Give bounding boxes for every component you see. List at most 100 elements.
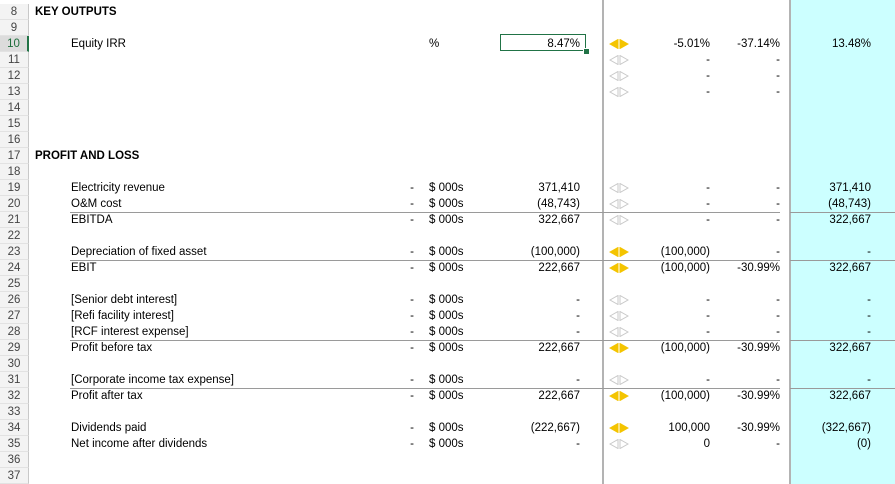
- flag-cell[interactable]: -: [408, 436, 416, 452]
- value-cell[interactable]: 222,667: [490, 260, 580, 276]
- row-header[interactable]: 9: [0, 20, 29, 36]
- row-header[interactable]: 13: [0, 84, 29, 100]
- flag-cell[interactable]: -: [408, 324, 416, 340]
- row-header[interactable]: 21: [0, 212, 29, 228]
- flag-cell[interactable]: -: [408, 372, 416, 388]
- value-cell[interactable]: -: [490, 436, 580, 452]
- value-cell[interactable]: (48,743): [490, 196, 580, 212]
- flag-cell[interactable]: -: [408, 260, 416, 276]
- delta-value-cell[interactable]: -: [620, 372, 710, 388]
- output-value-cell[interactable]: 322,667: [790, 388, 871, 404]
- row-header[interactable]: 32: [0, 388, 29, 404]
- flag-cell[interactable]: -: [408, 340, 416, 356]
- value-cell[interactable]: -: [490, 292, 580, 308]
- row-header[interactable]: 11: [0, 52, 29, 68]
- flag-cell[interactable]: -: [408, 292, 416, 308]
- row-header[interactable]: 37: [0, 468, 29, 484]
- delta-percent-cell[interactable]: -: [700, 84, 780, 100]
- delta-percent-cell[interactable]: -: [700, 324, 780, 340]
- line-item-label[interactable]: EBITDA: [71, 212, 113, 228]
- flag-cell[interactable]: -: [408, 244, 416, 260]
- output-value-cell[interactable]: 322,667: [790, 212, 871, 228]
- output-value-cell[interactable]: -: [790, 244, 871, 260]
- equity-irr-input-cell[interactable]: 8.47%: [490, 36, 580, 52]
- row-header[interactable]: 25: [0, 276, 29, 292]
- delta-percent-cell[interactable]: -: [700, 436, 780, 452]
- row-header[interactable]: 19: [0, 180, 29, 196]
- output-value-cell[interactable]: 322,667: [790, 260, 871, 276]
- unit-cell[interactable]: $ 000s: [429, 260, 464, 276]
- output-value-cell[interactable]: (322,667): [790, 420, 871, 436]
- output-value-cell[interactable]: 322,667: [790, 340, 871, 356]
- delta-value-cell[interactable]: (100,000): [620, 260, 710, 276]
- flag-cell[interactable]: -: [408, 388, 416, 404]
- output-value-cell[interactable]: (48,743): [790, 196, 871, 212]
- delta-percent-cell[interactable]: -: [700, 196, 780, 212]
- unit-cell[interactable]: $ 000s: [429, 420, 464, 436]
- delta-percent-cell[interactable]: -37.14%: [700, 36, 780, 52]
- row-header[interactable]: 10: [0, 36, 29, 52]
- line-item-label[interactable]: Equity IRR: [71, 36, 126, 52]
- row-header[interactable]: 26: [0, 292, 29, 308]
- line-item-label[interactable]: [Senior debt interest]: [71, 292, 177, 308]
- output-value-cell[interactable]: 13.48%: [790, 36, 871, 52]
- row-header[interactable]: 24: [0, 260, 29, 276]
- delta-percent-cell[interactable]: -: [700, 68, 780, 84]
- unit-cell[interactable]: $ 000s: [429, 196, 464, 212]
- output-value-cell[interactable]: -: [790, 292, 871, 308]
- delta-percent-cell[interactable]: -: [700, 180, 780, 196]
- output-value-cell[interactable]: -: [790, 372, 871, 388]
- delta-percent-cell[interactable]: -: [700, 52, 780, 68]
- row-header[interactable]: 17: [0, 148, 29, 164]
- delta-value-cell[interactable]: -: [620, 292, 710, 308]
- unit-cell[interactable]: $ 000s: [429, 180, 464, 196]
- value-cell[interactable]: -: [490, 372, 580, 388]
- row-header[interactable]: 12: [0, 68, 29, 84]
- line-item-label[interactable]: [Refi facility interest]: [71, 308, 174, 324]
- unit-cell[interactable]: $ 000s: [429, 436, 464, 452]
- line-item-label[interactable]: O&M cost: [71, 196, 121, 212]
- row-header[interactable]: 18: [0, 164, 29, 180]
- value-cell[interactable]: 222,667: [490, 388, 580, 404]
- delta-percent-cell[interactable]: -: [700, 372, 780, 388]
- delta-value-cell[interactable]: -: [620, 84, 710, 100]
- row-header[interactable]: 16: [0, 132, 29, 148]
- row-header[interactable]: 35: [0, 436, 29, 452]
- output-value-cell[interactable]: -: [790, 324, 871, 340]
- row-header[interactable]: 20: [0, 196, 29, 212]
- row-header[interactable]: 15: [0, 116, 29, 132]
- output-value-cell[interactable]: 371,410: [790, 180, 871, 196]
- delta-value-cell[interactable]: (100,000): [620, 340, 710, 356]
- row-header[interactable]: 28: [0, 324, 29, 340]
- delta-percent-cell[interactable]: -: [700, 308, 780, 324]
- row-header[interactable]: 30: [0, 356, 29, 372]
- output-value-cell[interactable]: -: [790, 308, 871, 324]
- value-cell[interactable]: 371,410: [490, 180, 580, 196]
- delta-value-cell[interactable]: -: [620, 196, 710, 212]
- delta-value-cell[interactable]: -: [620, 324, 710, 340]
- row-header[interactable]: 27: [0, 308, 29, 324]
- unit-cell[interactable]: $ 000s: [429, 372, 464, 388]
- delta-value-cell[interactable]: -: [620, 68, 710, 84]
- fill-handle[interactable]: [583, 48, 590, 55]
- delta-percent-cell[interactable]: -: [700, 244, 780, 260]
- unit-cell[interactable]: $ 000s: [429, 244, 464, 260]
- value-cell[interactable]: (100,000): [490, 244, 580, 260]
- flag-cell[interactable]: -: [408, 308, 416, 324]
- delta-value-cell[interactable]: -: [620, 308, 710, 324]
- row-header[interactable]: 34: [0, 420, 29, 436]
- delta-percent-cell[interactable]: -: [700, 212, 780, 228]
- flag-cell[interactable]: -: [408, 420, 416, 436]
- line-item-label[interactable]: Dividends paid: [71, 420, 146, 436]
- flag-cell[interactable]: -: [408, 180, 416, 196]
- value-cell[interactable]: (222,667): [490, 420, 580, 436]
- row-header[interactable]: 14: [0, 100, 29, 116]
- row-header[interactable]: 23: [0, 244, 29, 260]
- unit-cell[interactable]: $ 000s: [429, 212, 464, 228]
- delta-percent-cell[interactable]: -30.99%: [700, 420, 780, 436]
- flag-cell[interactable]: -: [408, 212, 416, 228]
- row-header[interactable]: 31: [0, 372, 29, 388]
- unit-cell[interactable]: $ 000s: [429, 324, 464, 340]
- delta-value-cell[interactable]: 100,000: [620, 420, 710, 436]
- delta-value-cell[interactable]: (100,000): [620, 244, 710, 260]
